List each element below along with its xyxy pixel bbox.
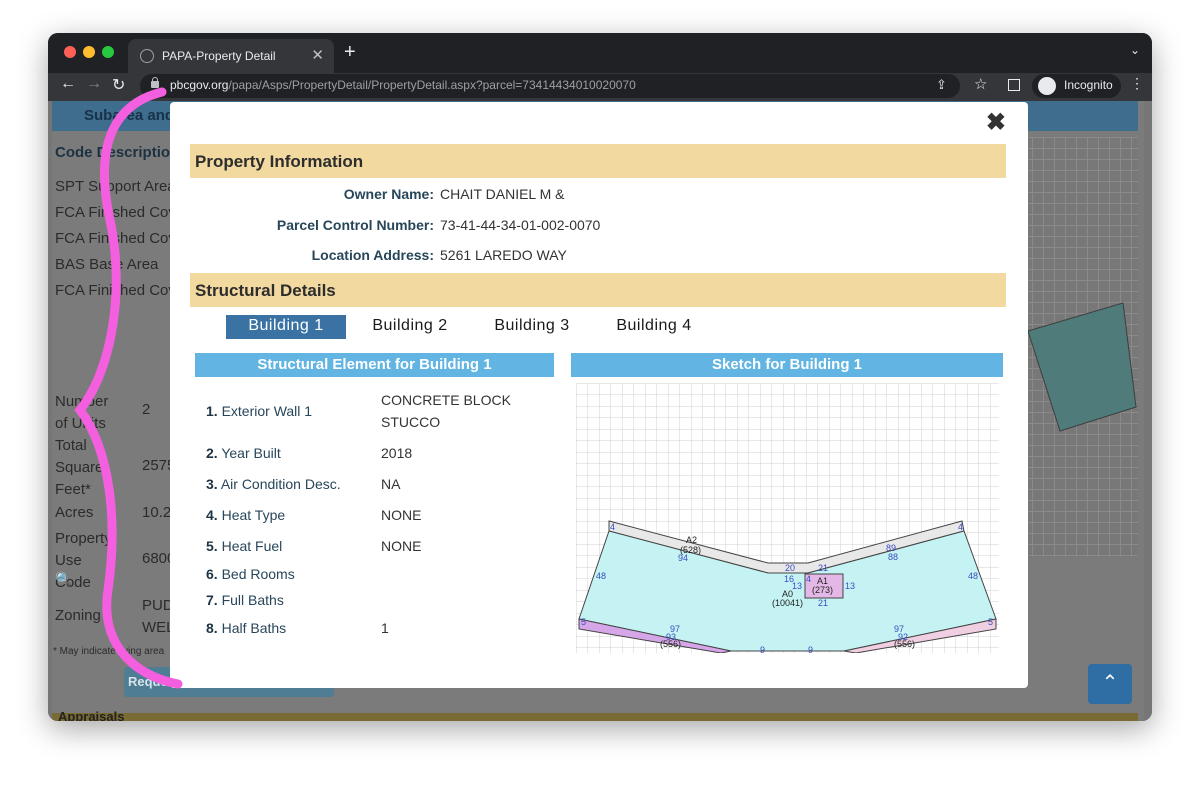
close-modal-icon[interactable]: ✖ (986, 108, 1006, 137)
element-value: NONE (381, 507, 422, 523)
background-header-title: Subarea and (84, 107, 175, 124)
tab-bar: PAPA-Property Detail ✕ + ⌄ (48, 33, 1152, 73)
zoning-value: PUD (142, 597, 174, 614)
search-icon[interactable]: 🔍 (55, 571, 72, 588)
share-icon[interactable]: ⇪ (936, 77, 947, 93)
sketch-label: 4 (958, 522, 963, 532)
sketch-header: Sketch for Building 1 (571, 353, 1003, 377)
browser-tab[interactable]: PAPA-Property Detail ✕ (128, 39, 334, 73)
code-row: SPT Support Area (55, 178, 176, 195)
footnote: * May indicate living area (53, 646, 165, 657)
scroll-to-top-button[interactable]: ⌃ (1088, 664, 1132, 704)
list-item: 8. Half Baths (206, 620, 287, 636)
forward-arrow-icon[interactable]: → (86, 75, 102, 93)
incognito-indicator[interactable]: Incognito (1032, 74, 1121, 98)
list-item: 1. Exterior Wall 1 (206, 403, 313, 419)
globe-icon (140, 49, 154, 63)
acres-value: 10.2 (142, 504, 172, 521)
location-address-value: 5261 LAREDO WAY (440, 247, 567, 263)
sketch-label: 9 (760, 645, 765, 653)
list-item: 6. Bed Rooms (206, 566, 295, 582)
sketch-label: 13 (845, 581, 855, 591)
tab-building-2[interactable]: Building 2 (354, 315, 466, 339)
list-item: 3. Air Condition Desc. (206, 476, 341, 492)
new-tab-button[interactable]: + (344, 41, 356, 64)
sketch-label: (273) (812, 585, 833, 595)
location-address-label: Location Address: (311, 247, 434, 263)
code-row: FCA Finished Cov (55, 230, 176, 247)
incognito-icon (1038, 77, 1056, 95)
sketch-label: (556) (894, 639, 915, 649)
sketch-label: 94 (678, 553, 688, 563)
owner-name-value: CHAIT DANIEL M & (440, 186, 565, 202)
tab-building-4[interactable]: Building 4 (598, 315, 710, 339)
bookmark-star-icon[interactable]: ☆ (974, 75, 987, 93)
tab-building-3[interactable]: Building 3 (476, 315, 588, 339)
page-viewport: Subarea and Code Description SPT Support… (48, 101, 1152, 721)
element-value: NONE (381, 538, 422, 554)
lock-icon[interactable] (151, 77, 159, 88)
element-value: 2018 (381, 445, 413, 461)
owner-name-label: Owner Name: (343, 186, 434, 202)
zoom-window-button[interactable] (102, 46, 114, 58)
browser-toolbar: ← → ↻ pbcgov.org/papa/Asps/PropertyDetai… (48, 73, 1152, 101)
sketch-label: 5 (988, 617, 993, 627)
tab-building-1[interactable]: Building 1 (226, 315, 346, 339)
total-sqft-label: Total Square Feet* (55, 437, 104, 498)
close-tab-icon[interactable]: ✕ (311, 46, 324, 64)
sketch-label: 48 (596, 571, 606, 581)
back-arrow-icon[interactable]: ← (60, 75, 76, 93)
sketch-label: 21 (818, 598, 828, 608)
sketch-label: 88 (888, 552, 898, 562)
background-section-bar: Appraisals (52, 709, 1138, 721)
sketch-label: 4 (610, 522, 615, 532)
element-value: STUCCO (381, 414, 441, 430)
code-row: FCA Finished Cov (55, 282, 176, 299)
background-sketch-shape (1027, 302, 1137, 432)
chevron-up-icon: ⌃ (1101, 672, 1119, 694)
minimize-window-button[interactable] (83, 46, 95, 58)
structural-details-header: Structural Details (190, 273, 1006, 307)
sketch-label: 4 (806, 574, 811, 584)
sketch-label: 9 (808, 645, 813, 653)
browser-window: PAPA-Property Detail ✕ + ⌄ ← → ↻ pbcgov.… (48, 33, 1152, 721)
zoning-label: Zoning (55, 607, 101, 624)
more-menu-icon[interactable]: ⋮ (1130, 75, 1144, 92)
acres-label: Acres (55, 504, 94, 521)
sketch-label: A2 (686, 535, 697, 545)
code-row: BAS Base Area (55, 256, 159, 273)
parcel-control-number-label: Parcel Control Number: (276, 217, 434, 233)
number-units-value: 2 (142, 401, 151, 418)
element-value: CONCRETE BLOCK (381, 392, 511, 408)
address-bar[interactable]: pbcgov.org/papa/Asps/PropertyDetail/Prop… (140, 74, 960, 98)
list-item: 7. Full Baths (206, 592, 284, 608)
sketch-label: 20 (785, 563, 795, 573)
sketch-label: 5 (581, 617, 586, 627)
reload-icon[interactable]: ↻ (112, 75, 125, 95)
element-value: NA (381, 476, 401, 492)
code-row: FCA Finished Cov (55, 204, 176, 221)
sketch-label: 13 (792, 581, 802, 591)
code-description-header: Code Description (55, 144, 180, 161)
list-item: 4. Heat Type (206, 507, 286, 523)
list-item: 5. Heat Fuel (206, 538, 283, 554)
element-value: 1 (381, 620, 389, 636)
sketch-label: (10041) (772, 598, 803, 608)
number-units-label: Number of Units (55, 393, 109, 432)
side-panel-icon[interactable] (1008, 79, 1020, 91)
parcel-control-number-value: 73-41-44-34-01-002-0070 (440, 217, 601, 233)
url-text[interactable]: pbcgov.org/papa/Asps/PropertyDetail/Prop… (170, 78, 636, 92)
sketch-label: 21 (818, 563, 828, 573)
sketch-label: 48 (968, 571, 978, 581)
close-window-button[interactable] (64, 46, 76, 58)
property-information-header: Property Information (190, 144, 1006, 178)
property-detail-modal: ✖ Property Information Owner Name: CHAIT… (170, 102, 1028, 688)
tab-title: PAPA-Property Detail (162, 49, 276, 63)
sketch-drawing: A2 (528) 94 89 88 48 48 4 4 20 21 16 13 … (576, 383, 999, 655)
list-item: 2. Year Built (206, 445, 281, 461)
sketch-label: (556) (660, 639, 681, 649)
tab-search-chevron-icon[interactable]: ⌄ (1130, 43, 1140, 57)
building-sketch: A2 (528) 94 89 88 48 48 4 4 20 21 16 13 … (576, 383, 999, 655)
structural-element-header: Structural Element for Building 1 (195, 353, 554, 377)
